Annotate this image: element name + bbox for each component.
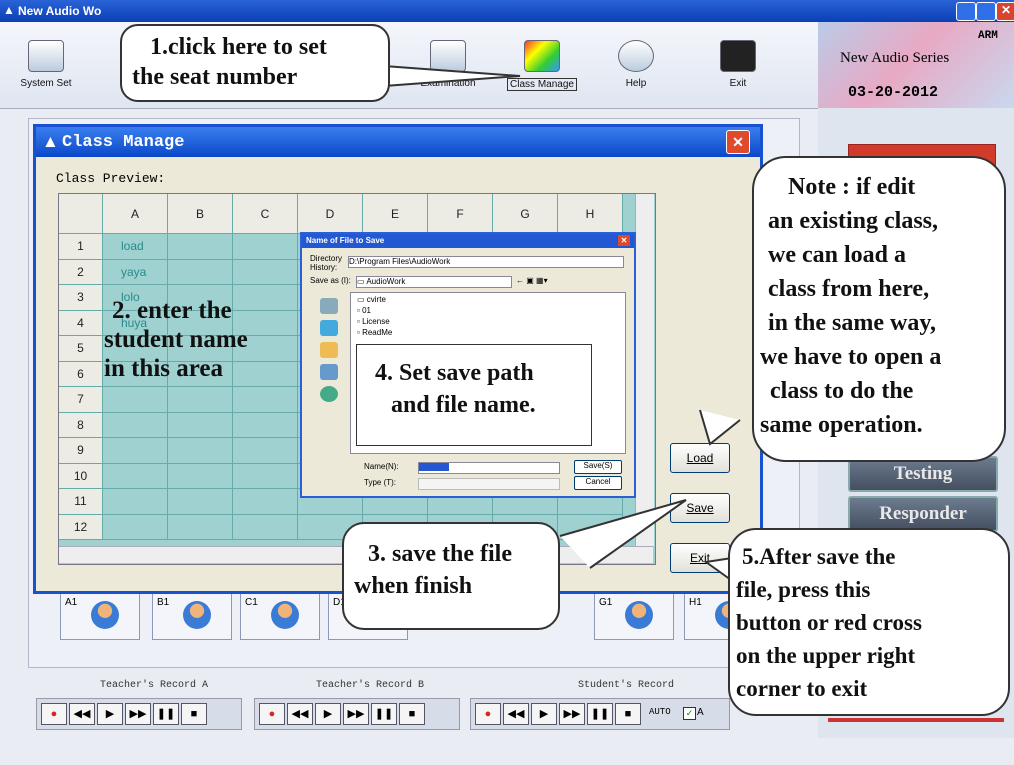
callout-4-line: and file name. [391,392,536,418]
callout-note: Note : if edit an existing class, we can… [752,156,1006,462]
pointer-note [699,409,741,446]
callout-5-line: 5.After save the [742,544,896,569]
callout-2-line: 2. enter the [112,297,232,324]
pointer-1 [383,65,521,87]
callout-2-line: in this area [104,355,223,382]
callout-3-line: when finish [354,573,473,599]
callout-note-line: in the same way, [768,310,936,336]
callout-2-line: student name [104,326,248,353]
callout-note-line: we have to open a [760,344,942,370]
callout-1-line: the seat number [132,64,298,90]
callout-note-line: class to do the [770,378,914,404]
callout-2: 2. enter the student name in this area [104,296,248,383]
callout-note-line: an existing class, [768,208,939,234]
callout-1: 1.click here to set the seat number [120,24,390,102]
pointer-3 [559,499,687,569]
callout-3: 3. save the file when finish [342,522,560,630]
callout-note-line: we can load a [768,242,906,268]
callout-3-line: 3. save the file [368,541,512,567]
callout-5-line: on the upper right [736,643,916,668]
callout-5-line: corner to exit [736,676,868,701]
callout-1-line: 1.click here to set [150,34,327,60]
callout-5: 5.After save the file, press this button… [728,528,1010,716]
callout-4-line: 4. Set save path [375,360,534,386]
callout-note-line: same operation. [760,412,923,438]
callout-4: 4. Set save path and file name. [356,344,592,446]
callout-note-line: Note : if edit [788,174,916,200]
callout-5-line: button or red cross [736,610,922,635]
callout-note-line: class from here, [768,276,930,302]
callout-5-line: file, press this [736,577,871,602]
